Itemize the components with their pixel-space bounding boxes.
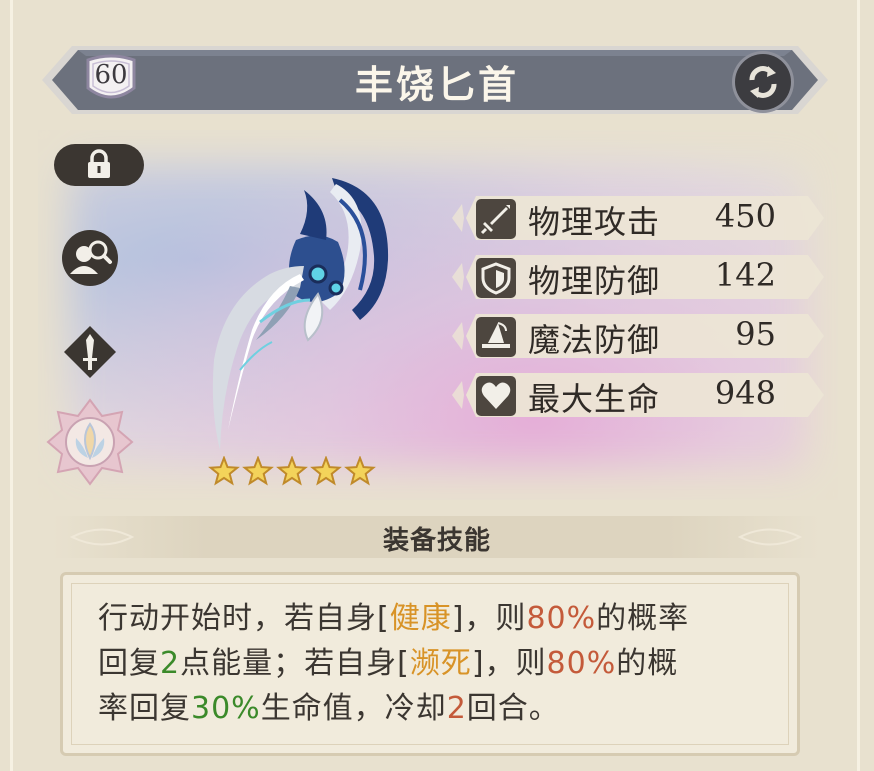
skill-description: 行动开始时，若自身[健康]，则80%的概率 回复2点能量；若自身[濒死]，则80… — [98, 596, 788, 731]
shield-icon — [476, 258, 516, 298]
stat-value: 948 — [714, 374, 776, 412]
lotus-emblem-icon — [46, 398, 134, 486]
star-icon — [208, 455, 240, 486]
stat-row: 物理防御 142 — [452, 253, 824, 301]
weapon-type-badge — [62, 324, 118, 380]
keyword-dying: 濒死 — [409, 646, 472, 681]
stat-label: 物理攻击 — [528, 203, 661, 241]
sword-icon — [476, 199, 516, 239]
lock-button[interactable] — [54, 144, 144, 186]
character-search-button[interactable] — [60, 228, 120, 288]
keyword-healthy: 健康 — [389, 601, 452, 636]
star-rating — [208, 455, 378, 488]
stat-value: 450 — [714, 197, 776, 235]
stat-row: 物理攻击 450 — [452, 194, 824, 242]
skill-header-title: 装备技能 — [382, 526, 491, 556]
skill-line-2: 回复2点能量；若自身[濒死]，则80%的概 — [98, 646, 679, 681]
stat-row: 最大生命 948 — [452, 371, 824, 419]
heart-icon — [476, 376, 516, 416]
dagger-icon — [64, 326, 116, 378]
swap-icon — [749, 66, 777, 98]
stat-value: 95 — [735, 315, 776, 353]
skill-line-1: 行动开始时，若自身[健康]，则80%的概率 — [98, 601, 690, 636]
stat-row: 魔法防御 95 — [452, 312, 824, 360]
stat-label: 物理防御 — [528, 262, 661, 300]
person-search-icon — [62, 230, 118, 286]
faction-emblem — [46, 398, 134, 486]
item-name: 丰饶匕首 — [354, 63, 519, 107]
lock-icon — [88, 149, 110, 178]
stat-label: 最大生命 — [528, 380, 661, 418]
star-icon — [242, 455, 274, 486]
wizard-hat-icon — [476, 317, 516, 357]
stat-label: 魔法防御 — [528, 321, 661, 359]
skill-line-3: 率回复30%生命值，冷却2回合。 — [98, 691, 560, 726]
star-icon — [310, 455, 342, 486]
swap-button[interactable] — [735, 54, 791, 110]
star-icon — [276, 455, 308, 486]
stat-value: 142 — [714, 256, 776, 294]
item-level: 60 — [94, 60, 128, 90]
star-icon — [344, 455, 376, 486]
dagger-artwork — [200, 170, 400, 460]
